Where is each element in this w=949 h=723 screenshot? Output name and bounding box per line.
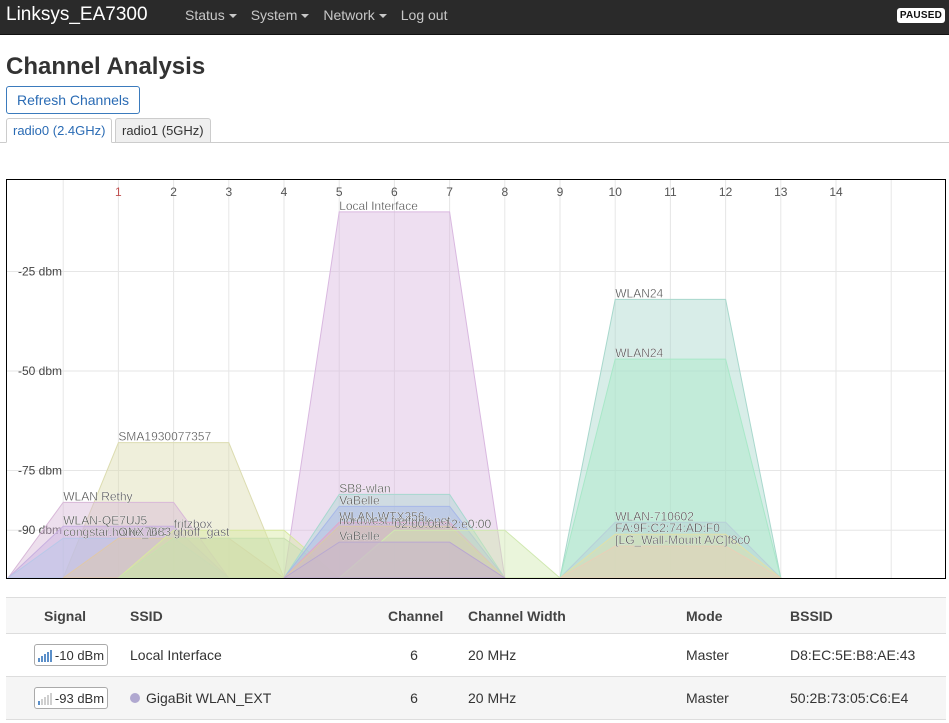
header-bssid: BSSID (790, 607, 833, 624)
x-tick-label: 3 (225, 185, 232, 199)
ssid-value: GigaBit WLAN_EXT (146, 690, 272, 706)
signal-badge: -93 dBm (33, 687, 109, 709)
table-header: Signal SSID Channel Channel Width Mode B… (6, 597, 946, 634)
ssid-value: Local Interface (130, 647, 222, 663)
network-label: Local Interface (339, 199, 418, 213)
paused-badge[interactable]: PAUSED (896, 8, 945, 23)
signal-bar (43, 696, 46, 705)
network-label: ghoff_gast (174, 525, 230, 539)
channel-width-cell: 20 MHz (468, 647, 517, 663)
network-label: WLAN Rethy (63, 489, 132, 503)
brand-title[interactable]: Linksys_EA7300 (6, 4, 148, 26)
network-label: VaBelle (339, 493, 380, 507)
y-tick-label: -50 dbm (18, 364, 62, 378)
bssid-cell: 50:2B:73:05:C6:E4 (790, 690, 909, 706)
x-tick-label: 14 (829, 185, 843, 199)
y-tick-label: -75 dbm (18, 464, 62, 478)
signal-badge: -10 dBm (33, 644, 109, 666)
x-tick-label: 6 (391, 185, 398, 199)
header-channel: Channel (388, 607, 444, 624)
nav-system-label: System (250, 7, 298, 23)
ssid-cell: Local Interface (130, 634, 222, 676)
signal-bar (37, 700, 40, 705)
channel-cell: 6 (410, 647, 418, 663)
signal-bar (43, 653, 46, 662)
network-label: WLAN24 (615, 346, 663, 360)
nav-status[interactable]: Status (178, 0, 244, 35)
nav-system[interactable]: System (244, 0, 317, 35)
network-label: VaBelle (339, 529, 380, 543)
x-tick-label: 10 (609, 185, 623, 199)
signal-bar (40, 655, 43, 662)
mode-cell: Master (686, 647, 729, 663)
signal-value: -93 dBm (54, 690, 105, 706)
x-tick-label: 7 (446, 185, 453, 199)
main-nav: Status System Network Log out (178, 0, 454, 35)
network-label: ONX7683 (118, 525, 171, 539)
bssid-cell: D8:EC:5E:B8:AE:43 (790, 647, 916, 663)
y-tick-label: -25 dbm (18, 265, 62, 279)
network-color-dot (130, 693, 140, 703)
channel-width-cell: 20 MHz (468, 690, 517, 706)
header-channel-width: Channel Width (468, 607, 566, 624)
x-tick-label: 8 (501, 185, 508, 199)
x-tick-label: 4 (281, 185, 288, 199)
x-tick-label: 12 (719, 185, 733, 199)
signal-cell: -10 dBm (26, 634, 116, 676)
table-row: -93 dBm GigaBit WLAN_EXT 6 20 MHz Master… (6, 677, 946, 720)
page-title: Channel Analysis (6, 53, 206, 80)
caret-down-icon (301, 14, 310, 18)
signal-bar (46, 694, 49, 705)
nav-network-label: Network (323, 7, 375, 23)
caret-down-icon (228, 14, 237, 18)
x-tick-label: 2 (170, 185, 177, 199)
radio-tabs: radio0 (2.4GHz) radio1 (5GHz) (0, 118, 949, 143)
signal-bars-icon (37, 692, 53, 705)
signal-bar (40, 698, 43, 705)
networks-table: Signal SSID Channel Channel Width Mode B… (6, 597, 946, 720)
refresh-channels-button[interactable]: Refresh Channels (6, 86, 140, 114)
network-label: SMA1930077357 (118, 430, 211, 444)
signal-bars-icon (37, 649, 53, 662)
channel-chart: -25 dbm -50 dbm -75 dbm -90 dbm 1 2 3 4 5 6 7 8 9 10 1… (6, 179, 946, 579)
signal-bar (37, 657, 40, 662)
header-signal: Signal (44, 607, 87, 624)
caret-down-icon (378, 14, 387, 18)
top-navbar: Linksys_EA7300 Status System Network Log… (0, 0, 949, 35)
signal-cell: -93 dBm (26, 677, 116, 719)
nav-status-label: Status (185, 7, 225, 23)
signal-value: -10 dBm (54, 647, 105, 663)
network-label: 02:00:0a:12:e0:00 (394, 517, 491, 531)
nav-network[interactable]: Network (316, 0, 393, 35)
x-tick-label: 5 (336, 185, 343, 199)
x-tick-label: 13 (774, 185, 788, 199)
nav-logout[interactable]: Log out (394, 0, 455, 35)
signal-bar (46, 651, 49, 662)
x-tick-label: 11 (664, 185, 677, 199)
network-label: [LG_Wall-Mount A/C]f8c0 (615, 533, 750, 547)
network-label: WLAN24 (615, 286, 663, 300)
nav-logout-label: Log out (400, 7, 448, 23)
header-mode: Mode (686, 607, 723, 624)
signal-bar (49, 692, 52, 705)
mode-cell: Master (686, 690, 729, 706)
channel-cell: 6 (410, 690, 418, 706)
channel-chart-svg: -25 dbm-50 dbm-75 dbm-90 dbm1 2 3 4 5 6 7 8 9 10 1… (7, 180, 945, 578)
tab-radio0[interactable]: radio0 (2.4GHz) (6, 118, 113, 143)
header-ssid: SSID (130, 607, 163, 624)
table-row: -10 dBm Local Interface 6 20 MHz Master … (6, 634, 946, 677)
x-tick-label: 9 (557, 185, 564, 199)
x-tick-label: 1 (115, 185, 122, 199)
tab-radio1[interactable]: radio1 (5GHz) (115, 118, 211, 143)
signal-bar (49, 649, 52, 662)
ssid-cell: GigaBit WLAN_EXT (130, 677, 271, 719)
